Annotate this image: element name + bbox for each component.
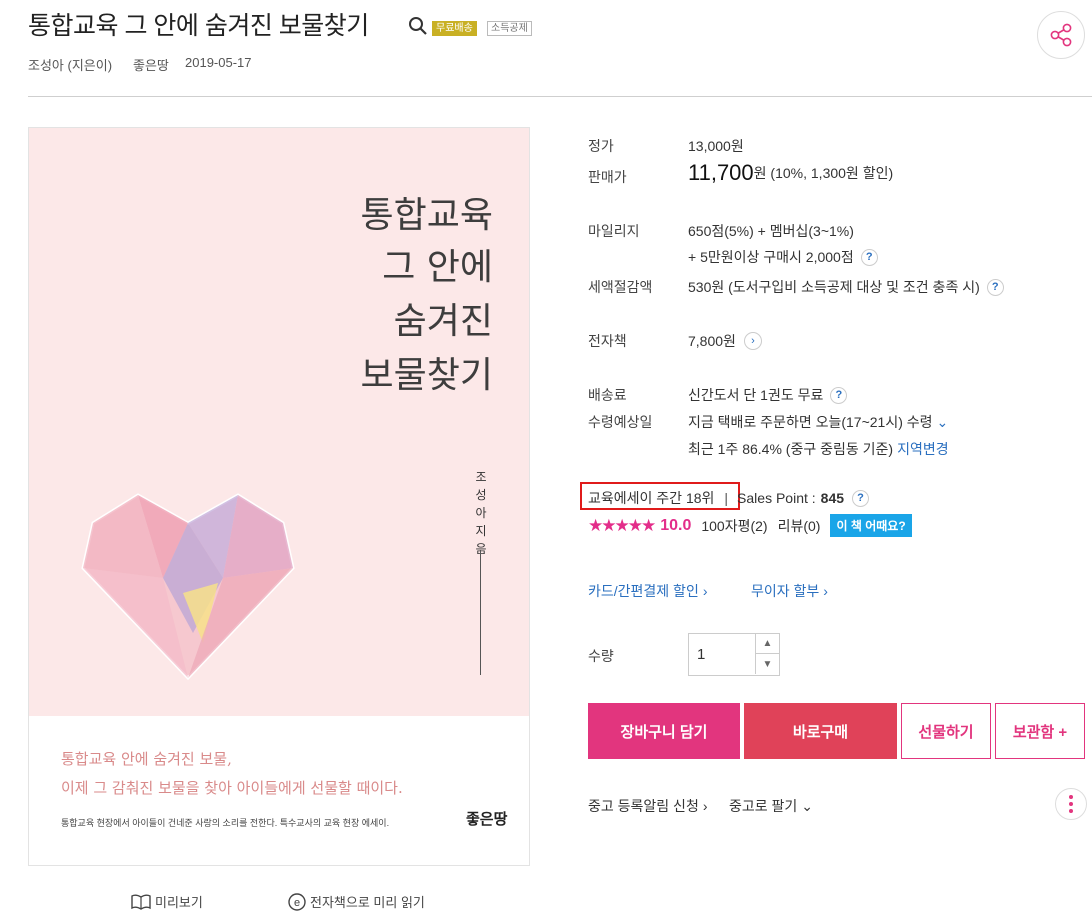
search-icon[interactable] [408, 16, 428, 36]
book-cover[interactable]: 통합교육 그 안에 숨겨진 보물찾기 조성아 지음 통합교육 안에 숨겨진 보물… [28, 127, 530, 866]
header-divider [28, 96, 1092, 97]
tax-saving-label: 세액절감액 [588, 279, 653, 295]
ebook-label: 전자책 [588, 333, 627, 349]
preview-label: 미리보기 [155, 895, 203, 910]
chevron-up-icon[interactable]: ▲ [755, 634, 779, 654]
wishlist-button[interactable]: 보관함 + [995, 703, 1085, 759]
more-options-button[interactable] [1055, 788, 1087, 820]
ebook-preview-label: 전자책으로 미리 읽기 [310, 895, 425, 910]
add-to-cart-button[interactable]: 장바구니 담기 [588, 703, 740, 759]
ebook-icon: e [288, 892, 306, 911]
cover-description: 통합교육 현장에서 아이들이 건네준 사랑의 소리를 전한다. 특수교사의 교육… [61, 818, 390, 828]
help-icon[interactable]: ? [860, 248, 878, 266]
quantity-stepper[interactable]: ▲ ▼ [688, 633, 780, 676]
page-title: 통합교육 그 안에 숨겨진 보물찾기 [28, 12, 369, 40]
cover-publisher-logo: 좋은땅 [466, 811, 508, 828]
short-review-count[interactable]: 100자평(2) [701, 516, 767, 536]
mileage-line2-text: + 5만원이상 구매시 2,000점 [688, 249, 854, 265]
mileage-line1: 650점(5%) + 멤버십(3~1%) [688, 223, 854, 239]
rank-row: 교육에세이 주간 18위 | Sales Point : 845 ? [588, 488, 870, 508]
buy-now-button[interactable]: 바로구매 [744, 703, 897, 759]
review-count[interactable]: 리뷰(0) [778, 516, 821, 536]
preview-button[interactable]: 미리보기 [131, 892, 203, 911]
delivery-row[interactable]: 지금 택배로 주문하면 오늘(17~21시) 수령 ⌄ [688, 412, 948, 432]
chevron-down-icon: ⌄ [801, 797, 814, 814]
share-icon [1050, 23, 1072, 47]
sell-used-link[interactable]: 중고로 팔기 ⌄ [729, 796, 813, 816]
delivery-rate: 최근 1주 86.4% (중구 중림동 기준) [688, 441, 894, 457]
share-button[interactable] [1037, 11, 1085, 59]
card-discount-label: 카드/간편결제 할인 [588, 583, 699, 599]
chevron-right-icon: › [823, 583, 828, 599]
delivery-label: 수령예상일 [588, 414, 653, 430]
sale-price-row: 11,700 원 (10%, 1,300원 할인) [688, 160, 893, 186]
separator: | [724, 490, 729, 506]
chevron-right-icon[interactable]: › [743, 332, 762, 350]
quantity-input[interactable] [689, 634, 755, 675]
cover-title-line: 그 안에 [382, 247, 493, 288]
how-is-this-book-button[interactable]: 이 책 어때요? [830, 514, 912, 537]
shipping-row: 신간도서 단 1권도 무료 ? [688, 385, 848, 405]
rating-stars: ★★★★★ [588, 515, 656, 535]
used-alert-label: 중고 등록알림 신청 [588, 798, 699, 814]
cover-title-line: 통합교육 [360, 195, 493, 236]
author-link[interactable]: 조성아 (지은이) [28, 55, 112, 74]
sale-price: 11,700 [688, 160, 754, 185]
help-icon[interactable]: ? [830, 386, 848, 404]
chevron-right-icon: › [702, 798, 708, 814]
shipping-value: 신간도서 단 1권도 무료 [688, 387, 824, 403]
mileage-label: 마일리지 [588, 223, 640, 239]
installment-link[interactable]: 무이자 할부 › [751, 581, 828, 601]
rating-score: 10.0 [660, 516, 692, 534]
sale-price-label: 판매가 [588, 169, 627, 185]
tax-saving-value: 530원 (도서구입비 소득공제 대상 및 조건 충족 시) [688, 279, 980, 295]
quantity-label: 수량 [588, 648, 614, 664]
tax-saving-row: 530원 (도서구입비 소득공제 대상 및 조건 충족 시) ? [688, 277, 1004, 297]
list-price-label: 정가 [588, 138, 614, 154]
mileage-line2: + 5만원이상 구매시 2,000점 ? [688, 247, 878, 267]
publish-date: 2019-05-17 [185, 55, 252, 70]
card-discount-link[interactable]: 카드/간편결제 할인 › [588, 581, 708, 601]
delivery-rate-row: 최근 1주 86.4% (중구 중림동 기준) 지역변경 [688, 439, 949, 459]
cover-divider [480, 550, 481, 675]
sales-point-value: 845 [820, 490, 845, 506]
chevron-down-icon[interactable]: ▼ [755, 654, 779, 674]
ebook-preview-button[interactable]: e 전자책으로 미리 읽기 [288, 892, 425, 911]
chevron-right-icon: › [702, 583, 708, 599]
svg-text:e: e [294, 897, 300, 909]
cover-tagline: 이제 그 감춰진 보물을 찾아 아이들에게 선물할 때이다. [61, 779, 403, 797]
used-alert-link[interactable]: 중고 등록알림 신청 › [588, 796, 708, 816]
delivery-value: 지금 택배로 주문하면 오늘(17~21시) 수령 [688, 414, 933, 430]
sell-used-label: 중고로 팔기 [729, 798, 798, 814]
cover-author: 조성아 지음 [475, 470, 487, 556]
book-icon [131, 894, 151, 910]
gift-button[interactable]: 선물하기 [901, 703, 991, 759]
help-icon[interactable]: ? [986, 278, 1004, 296]
free-shipping-badge: 무료배송 [432, 21, 477, 36]
shipping-label: 배송료 [588, 387, 627, 403]
tax-deduction-badge: 소득공제 [487, 21, 532, 36]
cover-tagline: 통합교육 안에 숨겨진 보물, [61, 750, 232, 768]
more-icon [1069, 795, 1073, 799]
cover-title-line: 숨겨진 [393, 301, 493, 342]
cover-title-line: 보물찾기 [360, 355, 493, 396]
heart-gem-illustration [81, 493, 295, 681]
ebook-row[interactable]: 7,800원 › [688, 331, 762, 351]
region-change-link[interactable]: 지역변경 [897, 439, 949, 459]
list-price: 13,000원 [688, 138, 744, 154]
rating-row: ★★★★★ 10.0 100자평(2) 리뷰(0) 이 책 어때요? [588, 514, 912, 537]
help-icon[interactable]: ? [852, 489, 870, 507]
ebook-price[interactable]: 7,800원 [688, 331, 736, 351]
chevron-down-icon[interactable]: ⌄ [937, 414, 949, 431]
category-rank[interactable]: 교육에세이 주간 18위 [588, 488, 714, 508]
sales-point-label: Sales Point : [737, 490, 816, 506]
publisher-link[interactable]: 좋은땅 [133, 55, 169, 74]
installment-label: 무이자 할부 [751, 583, 820, 599]
sale-price-suffix: 원 (10%, 1,300원 할인) [753, 165, 894, 181]
